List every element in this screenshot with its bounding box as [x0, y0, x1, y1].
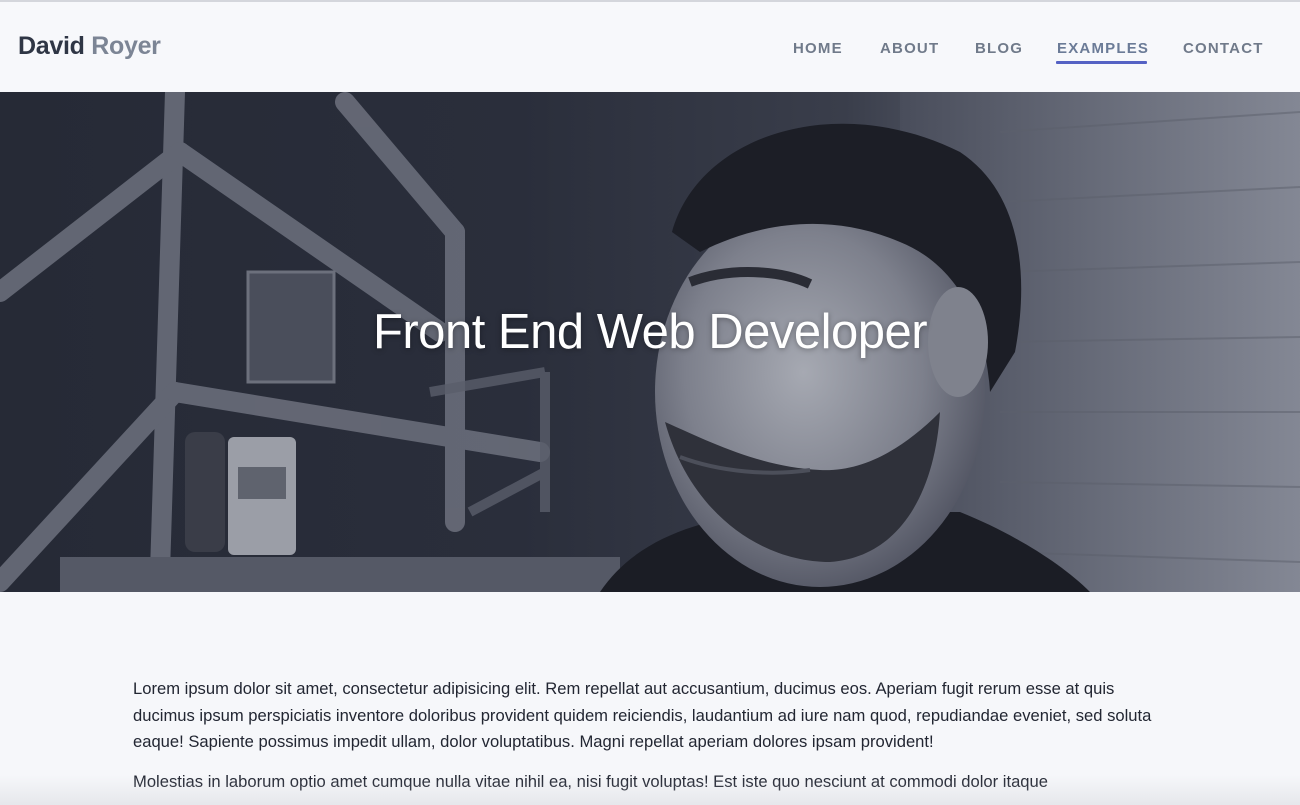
nav-about[interactable]: ABOUT	[880, 40, 939, 57]
nav-blog[interactable]: BLOG	[975, 40, 1023, 57]
nav-contact[interactable]: CONTACT	[1183, 40, 1264, 57]
site-header: David Royer HOME ABOUT BLOG EXAMPLES CON…	[0, 2, 1300, 92]
bottom-shadow	[0, 775, 1300, 805]
nav-home[interactable]: HOME	[793, 40, 843, 57]
main-nav: HOME ABOUT BLOG EXAMPLES CONTACT	[0, 40, 1300, 70]
active-nav-underline	[1056, 61, 1147, 64]
hero-title: Front End Web Developer	[372, 305, 928, 359]
hero-banner: Front End Web Developer	[0, 92, 1300, 592]
intro-paragraph: Lorem ipsum dolor sit amet, consectetur …	[133, 679, 1152, 751]
nav-examples[interactable]: EXAMPLES	[1057, 40, 1149, 57]
